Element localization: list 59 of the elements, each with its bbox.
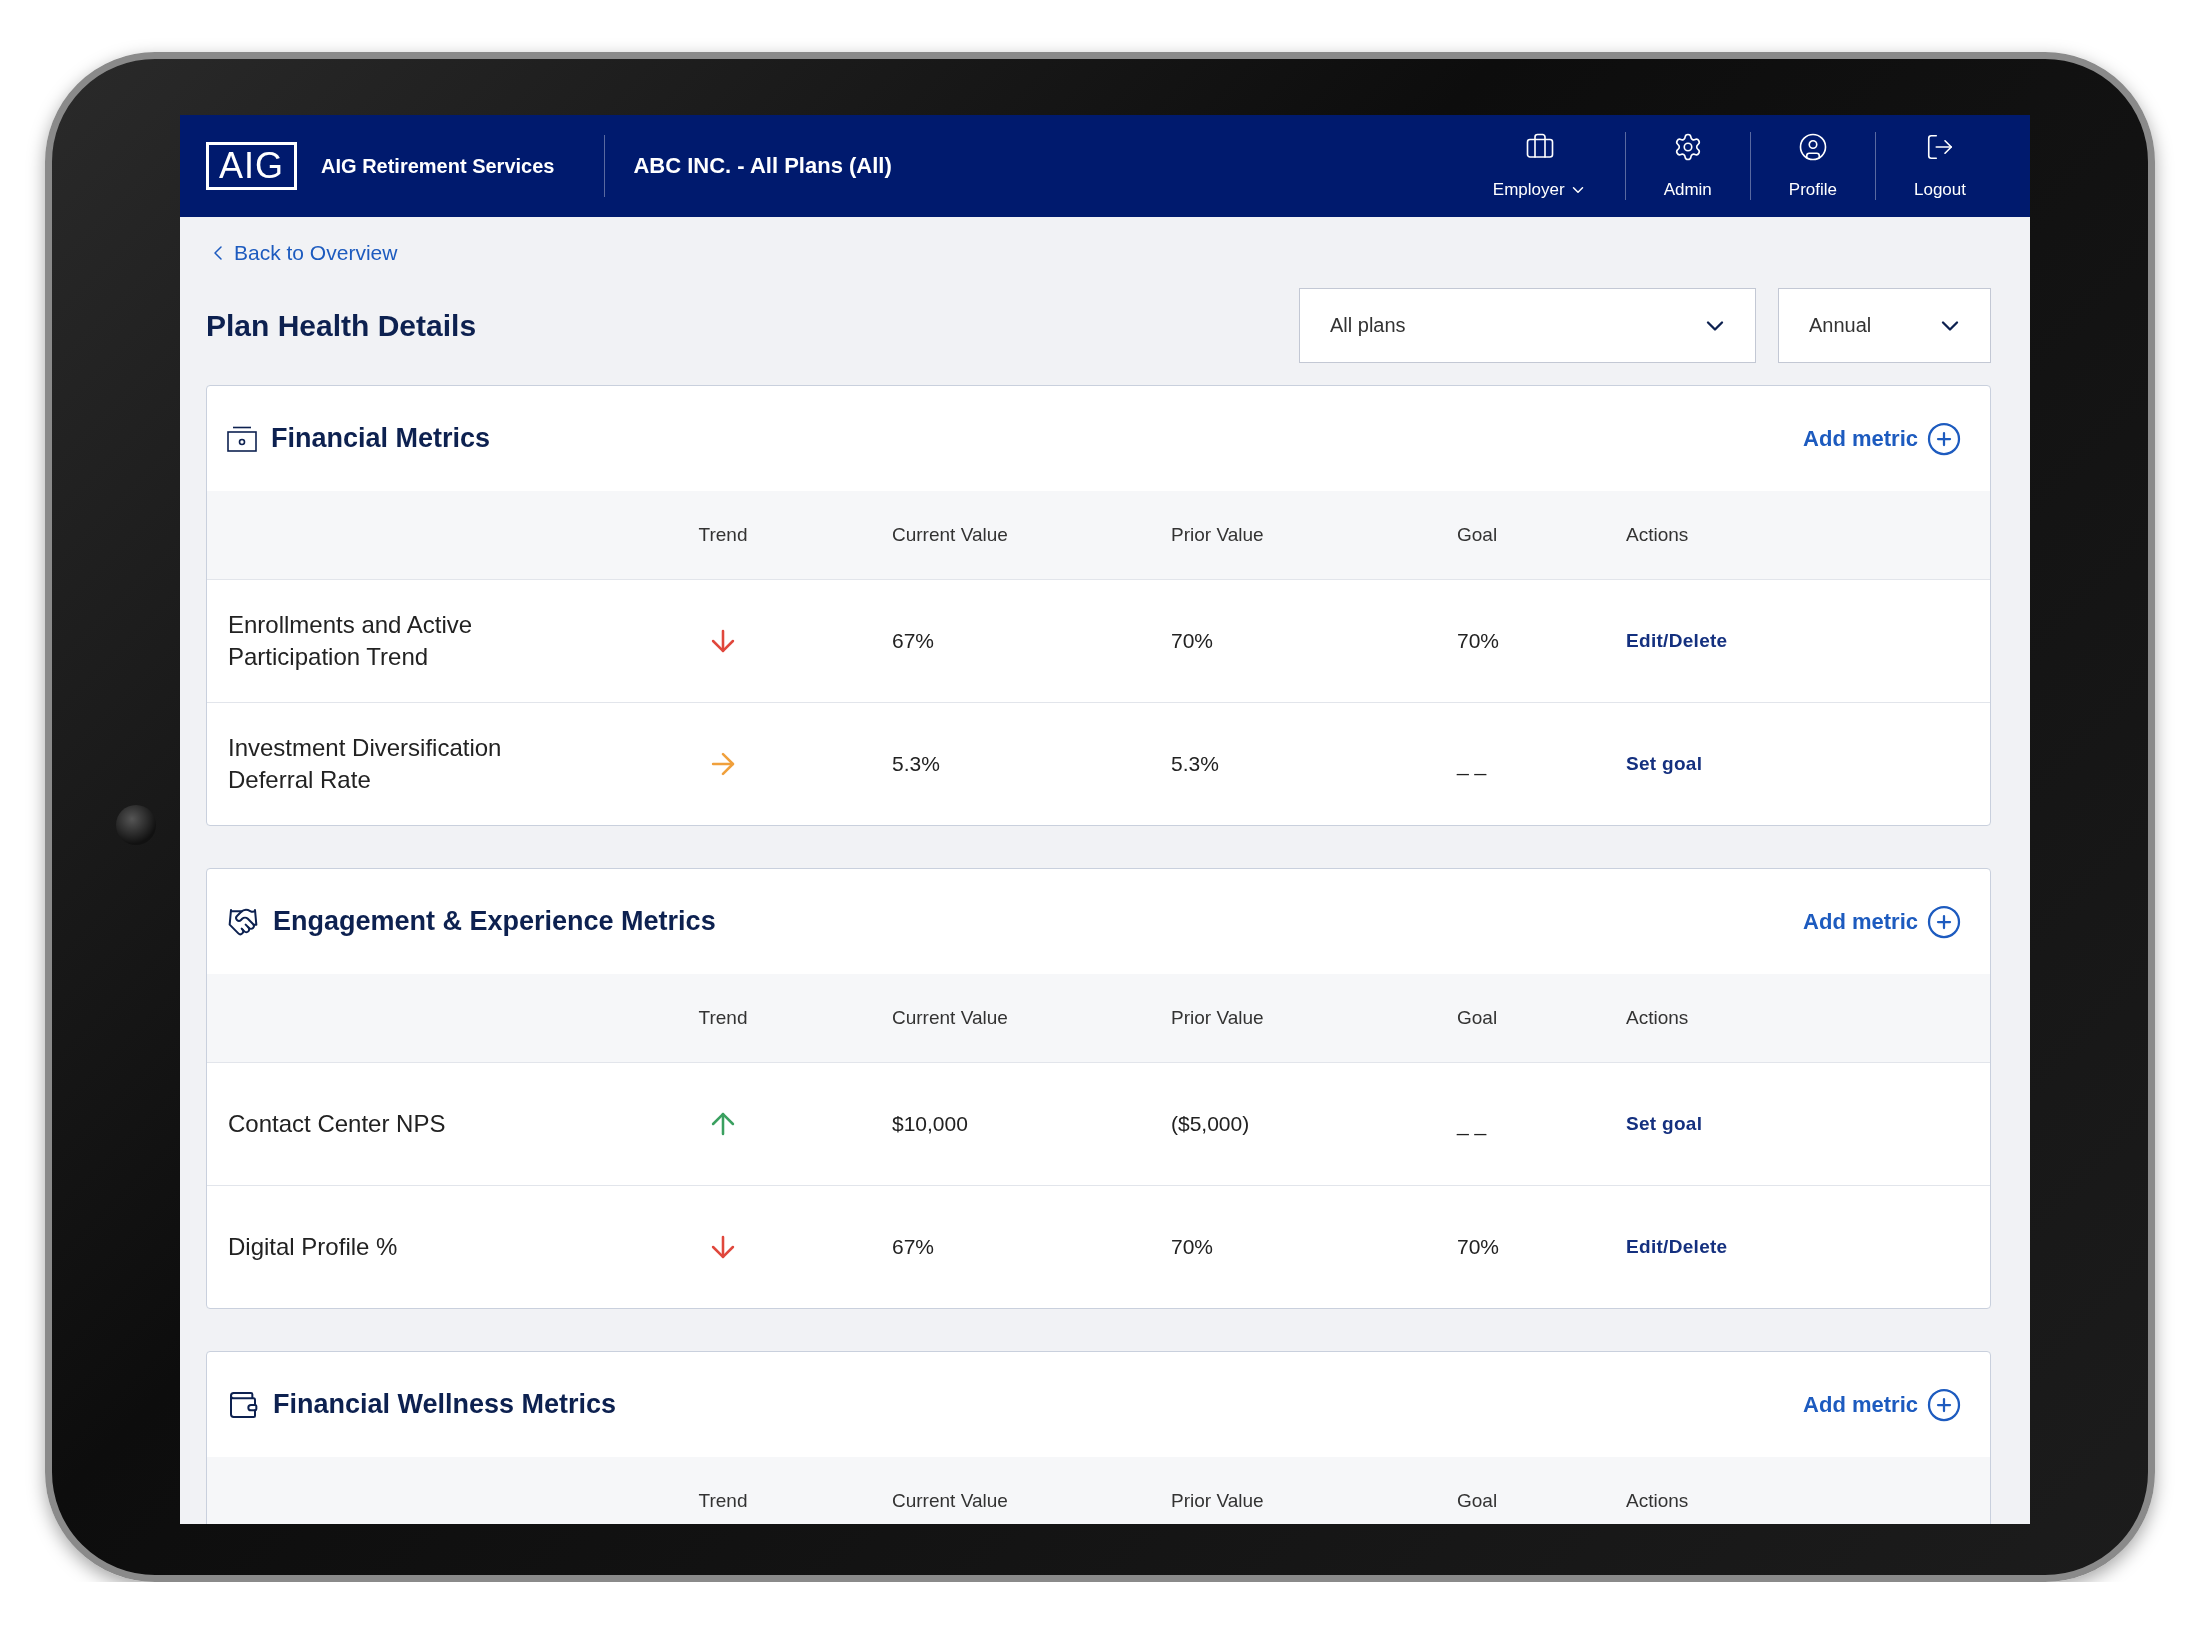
filter-dropdown[interactable]: Annual: [1778, 288, 1991, 363]
table-cell-text: 5.3%: [891, 752, 941, 776]
column-header: Actions: [1626, 1007, 1689, 1029]
metric-name: Investment Diversification Deferral Rate: [228, 732, 503, 795]
table-cell-text: 70%: [1457, 1235, 1501, 1259]
table-cell-text: 67%: [891, 629, 936, 653]
add-metric-button[interactable]: Add metric: [1797, 419, 1968, 458]
nav-item[interactable]: Admin: [1624, 132, 1750, 200]
nav-item[interactable]: Logout: [1875, 132, 2004, 200]
column-header: Prior Value: [1171, 1490, 1264, 1512]
action-link[interactable]: Edit/Delete: [1626, 630, 1728, 651]
metric-name: Enrollments and Active Participation Trend: [228, 609, 474, 672]
column-header: Prior Value: [1171, 524, 1264, 546]
metric-name: Digital Profile %: [228, 1231, 399, 1262]
card-title: Financial Wellness Metrics: [273, 1389, 618, 1420]
cash-register-icon: [227, 425, 257, 452]
plus-icon: [1926, 1386, 1962, 1423]
column-header: Current Value: [891, 1007, 1008, 1029]
metric-name: Contact Center NPS: [228, 1108, 447, 1139]
add-metric-button[interactable]: Add metric: [1797, 902, 1968, 941]
card-title: Financial Metrics: [271, 423, 492, 454]
action-link[interactable]: Set goal: [1626, 1113, 1703, 1134]
plus-icon: [1926, 903, 1962, 940]
table-cell-text: 70%: [1457, 629, 1501, 653]
column-header: Actions: [1626, 1490, 1689, 1512]
add-metric-button[interactable]: Add metric: [1797, 1385, 1968, 1424]
table-cell-text: $10,000: [891, 1112, 969, 1136]
column-header: Trend: [698, 1490, 748, 1512]
action-link[interactable]: Set goal: [1626, 753, 1703, 774]
filter-dropdown[interactable]: All plans: [1299, 288, 1756, 363]
table-cell-text: ($5,000): [1171, 1112, 1251, 1136]
plan-context: ABC INC. - All Plans (All): [633, 153, 893, 179]
user-icon: [1797, 132, 1828, 162]
column-header: Current Value: [891, 524, 1008, 546]
table-cell-text: _ _: [1457, 752, 1488, 776]
plus-icon: [1926, 420, 1962, 457]
column-header: Goal: [1457, 1007, 1498, 1029]
nav-item[interactable]: Profile: [1749, 132, 1875, 200]
table-cell-text: 70%: [1171, 629, 1215, 653]
table-cell-text: _ _: [1457, 1112, 1488, 1136]
page-title: Plan Health Details: [206, 308, 478, 343]
column-header: Prior Value: [1171, 1007, 1264, 1029]
column-header: Goal: [1457, 524, 1498, 546]
table-cell-text: 70%: [1171, 1235, 1215, 1259]
column-header: Actions: [1626, 524, 1689, 546]
logo: AIG: [206, 142, 297, 190]
card-title: Engagement & Experience Metrics: [273, 906, 717, 937]
column-header: Goal: [1457, 1490, 1498, 1512]
action-link[interactable]: Edit/Delete: [1626, 1236, 1728, 1257]
camera-lens: [116, 805, 156, 845]
app-name: AIG Retirement Services: [321, 135, 606, 197]
column-header: Trend: [698, 1007, 748, 1029]
back-link[interactable]: Back to Overview: [206, 235, 398, 271]
column-header: Trend: [698, 524, 748, 546]
logout-icon: [1925, 132, 1955, 162]
nav-item[interactable]: Employer: [1454, 132, 1625, 200]
table-cell-text: 5.3%: [1171, 752, 1220, 776]
column-header: Current Value: [891, 1490, 1008, 1512]
table-cell-text: 67%: [891, 1235, 936, 1259]
